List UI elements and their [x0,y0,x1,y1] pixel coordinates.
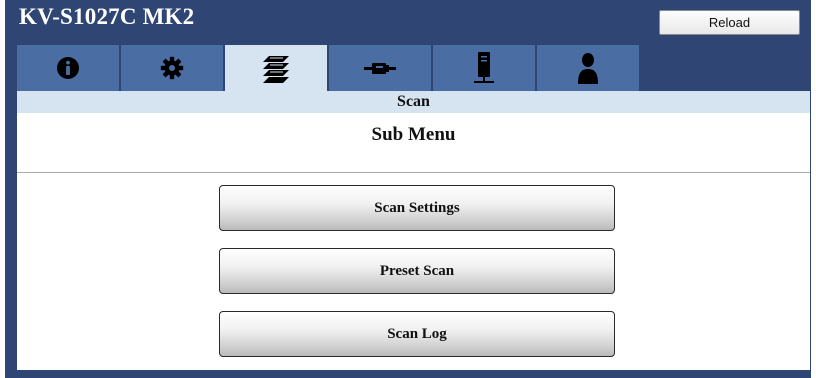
scan-log-button[interactable]: Scan Log [219,311,615,357]
main-content: Scan Sub Menu Scan Settings Preset Scan … [17,91,810,370]
tab-info[interactable] [17,45,119,91]
scan-pages-icon [261,53,291,83]
tab-connection[interactable] [329,45,431,91]
gear-icon [160,56,184,80]
network-device-icon [473,51,495,85]
device-title: KV-S1027C MK2 [19,4,195,29]
tab-device[interactable] [433,45,535,91]
reload-button[interactable]: Reload [659,10,800,35]
submenu-title: Sub Menu [371,124,456,145]
user-icon [577,51,599,85]
preset-scan-button[interactable]: Preset Scan [219,248,615,294]
scan-settings-button[interactable]: Scan Settings [219,185,615,231]
section-title: Scan [17,91,810,113]
tab-scan[interactable] [225,45,327,91]
divider [17,172,810,173]
tab-settings[interactable] [121,45,223,91]
info-icon [56,56,80,80]
tab-bar [17,45,639,91]
tab-user[interactable] [537,45,639,91]
network-plug-icon [364,60,396,76]
app-frame: KV-S1027C MK2 Reload Scan Sub Menu Scan … [5,0,811,378]
